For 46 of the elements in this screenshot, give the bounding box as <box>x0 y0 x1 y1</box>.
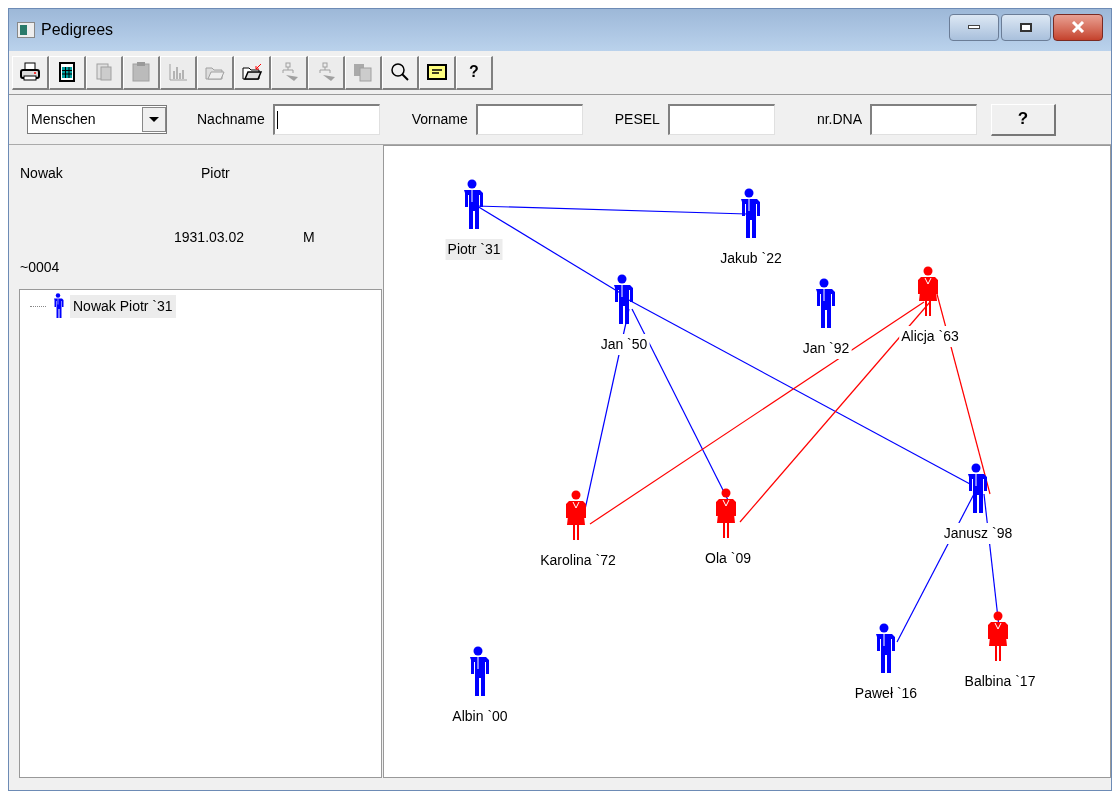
card-icon <box>426 61 448 83</box>
person-label[interactable]: Piotr `31 <box>445 239 503 260</box>
clipboard-icon <box>130 61 152 83</box>
person-label[interactable]: Janusz `98 <box>941 523 1015 544</box>
spreadsheet-icon <box>56 61 78 83</box>
birth-date-text: 1931.03.02 <box>174 228 245 247</box>
toolbar-button[interactable]: ? <box>456 55 493 90</box>
toolbar-button[interactable] <box>49 55 86 90</box>
input-field[interactable] <box>272 104 380 135</box>
field-label: PESEL <box>614 110 660 129</box>
input-field[interactable] <box>475 104 583 135</box>
woman-icon <box>986 611 1010 663</box>
help-button[interactable]: ? <box>991 103 1056 136</box>
input-field[interactable] <box>667 104 775 135</box>
close-icon <box>1071 21 1085 33</box>
field-label: nr.DNA <box>816 110 862 129</box>
search-icon <box>389 61 411 83</box>
toolbar-button[interactable] <box>419 55 456 90</box>
tree-connector <box>30 305 46 307</box>
document-icon <box>93 61 115 83</box>
close-button[interactable] <box>1053 13 1103 41</box>
bar-chart-icon <box>167 61 189 83</box>
toolbar-button[interactable] <box>12 55 49 90</box>
woman-icon <box>564 490 588 542</box>
maximize-button[interactable] <box>1001 13 1051 41</box>
first-name-text: Piotr <box>201 164 230 183</box>
field-label: Nachname <box>197 110 265 129</box>
person-label[interactable]: Jan `50 <box>598 334 650 355</box>
sex-text: M <box>303 228 315 247</box>
printer-icon <box>19 61 41 83</box>
toolbar-button[interactable] <box>234 55 271 90</box>
field-label: Vorname <box>411 110 468 129</box>
toolbar-button[interactable] <box>382 55 419 90</box>
surname-text: Nowak <box>20 164 63 183</box>
category-dropdown[interactable]: Menschen <box>27 105 167 134</box>
tree-item[interactable]: Nowak Piotr `31 <box>70 294 176 318</box>
person-label[interactable]: Alicja `63 <box>899 326 961 347</box>
copy-icon <box>352 61 374 83</box>
folder-arrow-icon <box>241 61 263 83</box>
woman-icon <box>714 488 738 540</box>
input-field[interactable] <box>870 104 977 135</box>
app-icon <box>17 22 35 38</box>
window-title: Pedigrees <box>41 20 115 40</box>
man-icon <box>52 293 64 319</box>
woman-icon <box>916 266 940 318</box>
id-text: ~0004 <box>20 258 60 277</box>
